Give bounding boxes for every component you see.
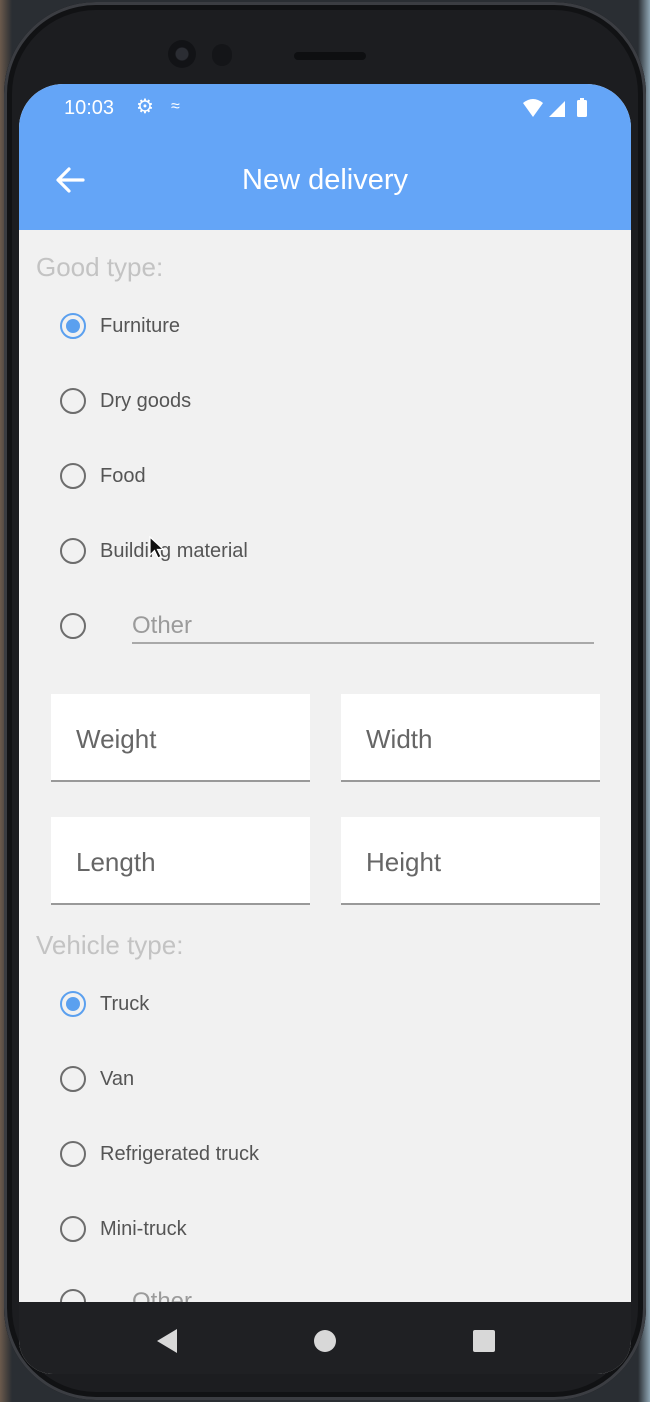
system-nav-bar	[19, 1302, 631, 1374]
length-field[interactable]: Length	[51, 817, 310, 905]
status-bar: 10:03 ⚙ ≈	[19, 84, 631, 134]
other-vehicle-input[interactable]: Other	[132, 1286, 594, 1302]
radio-button[interactable]	[60, 613, 86, 639]
signal-icon	[549, 101, 565, 117]
radio-label: Furniture	[100, 314, 181, 337]
weight-placeholder: Weight	[76, 724, 157, 754]
radio-label: Building material	[100, 539, 248, 562]
radio-button[interactable]	[60, 1216, 86, 1242]
battery-icon	[577, 100, 587, 117]
other-vehicle-placeholder: Other	[132, 1288, 193, 1302]
radio-label: Mini-truck	[100, 1217, 187, 1240]
screen: 10:03 ⚙ ≈ New delivery Good type: Furnit…	[19, 84, 631, 1374]
radio-label: Truck	[100, 992, 150, 1015]
nav-recents-icon[interactable]	[473, 1330, 495, 1352]
gear-icon: ⚙	[136, 96, 154, 118]
page-title: New delivery	[242, 164, 408, 196]
sensor	[212, 44, 232, 66]
radio-truck[interactable]: Truck	[60, 988, 149, 1020]
radio-furniture[interactable]: Furniture	[60, 310, 180, 342]
nav-home-icon[interactable]	[314, 1330, 336, 1352]
radio-food[interactable]: Food	[60, 460, 146, 492]
radio-button[interactable]	[60, 538, 86, 564]
radio-button[interactable]	[60, 388, 86, 414]
height-placeholder: Height	[366, 847, 442, 877]
nav-back-icon[interactable]	[155, 1328, 179, 1354]
radio-dry-goods[interactable]: Dry goods	[60, 385, 191, 417]
status-time: 10:03	[64, 97, 115, 119]
app-bar: New delivery	[19, 134, 631, 230]
radio-refrigerated-truck[interactable]: Refrigerated truck	[60, 1138, 259, 1170]
radio-other-good[interactable]	[60, 610, 86, 642]
radio-button[interactable]	[60, 1141, 86, 1167]
sync-icon: ≈	[171, 98, 180, 115]
status-right-icons	[523, 98, 587, 117]
weight-field[interactable]: Weight	[51, 694, 310, 782]
length-placeholder: Length	[76, 847, 156, 877]
height-field[interactable]: Height	[341, 817, 600, 905]
form-content: Good type: Furniture Dry goods Food Buil…	[19, 230, 631, 1302]
radio-label: Refrigerated truck	[100, 1142, 259, 1165]
other-good-placeholder: Other	[132, 612, 193, 639]
radio-label: Food	[100, 464, 146, 487]
radio-label: Van	[100, 1067, 135, 1090]
good-type-label: Good type:	[36, 252, 164, 282]
width-field[interactable]: Width	[341, 694, 600, 782]
mouse-cursor-icon	[149, 536, 165, 559]
radio-button[interactable]	[60, 463, 86, 489]
wifi-icon	[523, 99, 543, 117]
radio-other-vehicle[interactable]	[60, 1286, 86, 1302]
vehicle-type-label: Vehicle type:	[36, 930, 184, 960]
earpiece-speaker	[294, 52, 366, 60]
radio-label: Dry goods	[100, 389, 192, 412]
radio-button[interactable]	[60, 991, 86, 1017]
radio-van[interactable]: Van	[60, 1063, 134, 1095]
other-good-input[interactable]: Other	[132, 610, 594, 644]
camera-icon	[168, 40, 196, 68]
width-placeholder: Width	[366, 724, 433, 754]
radio-button[interactable]	[60, 1289, 86, 1302]
radio-button[interactable]	[60, 1066, 86, 1092]
radio-button[interactable]	[60, 313, 86, 339]
radio-mini-truck[interactable]: Mini-truck	[60, 1213, 187, 1245]
